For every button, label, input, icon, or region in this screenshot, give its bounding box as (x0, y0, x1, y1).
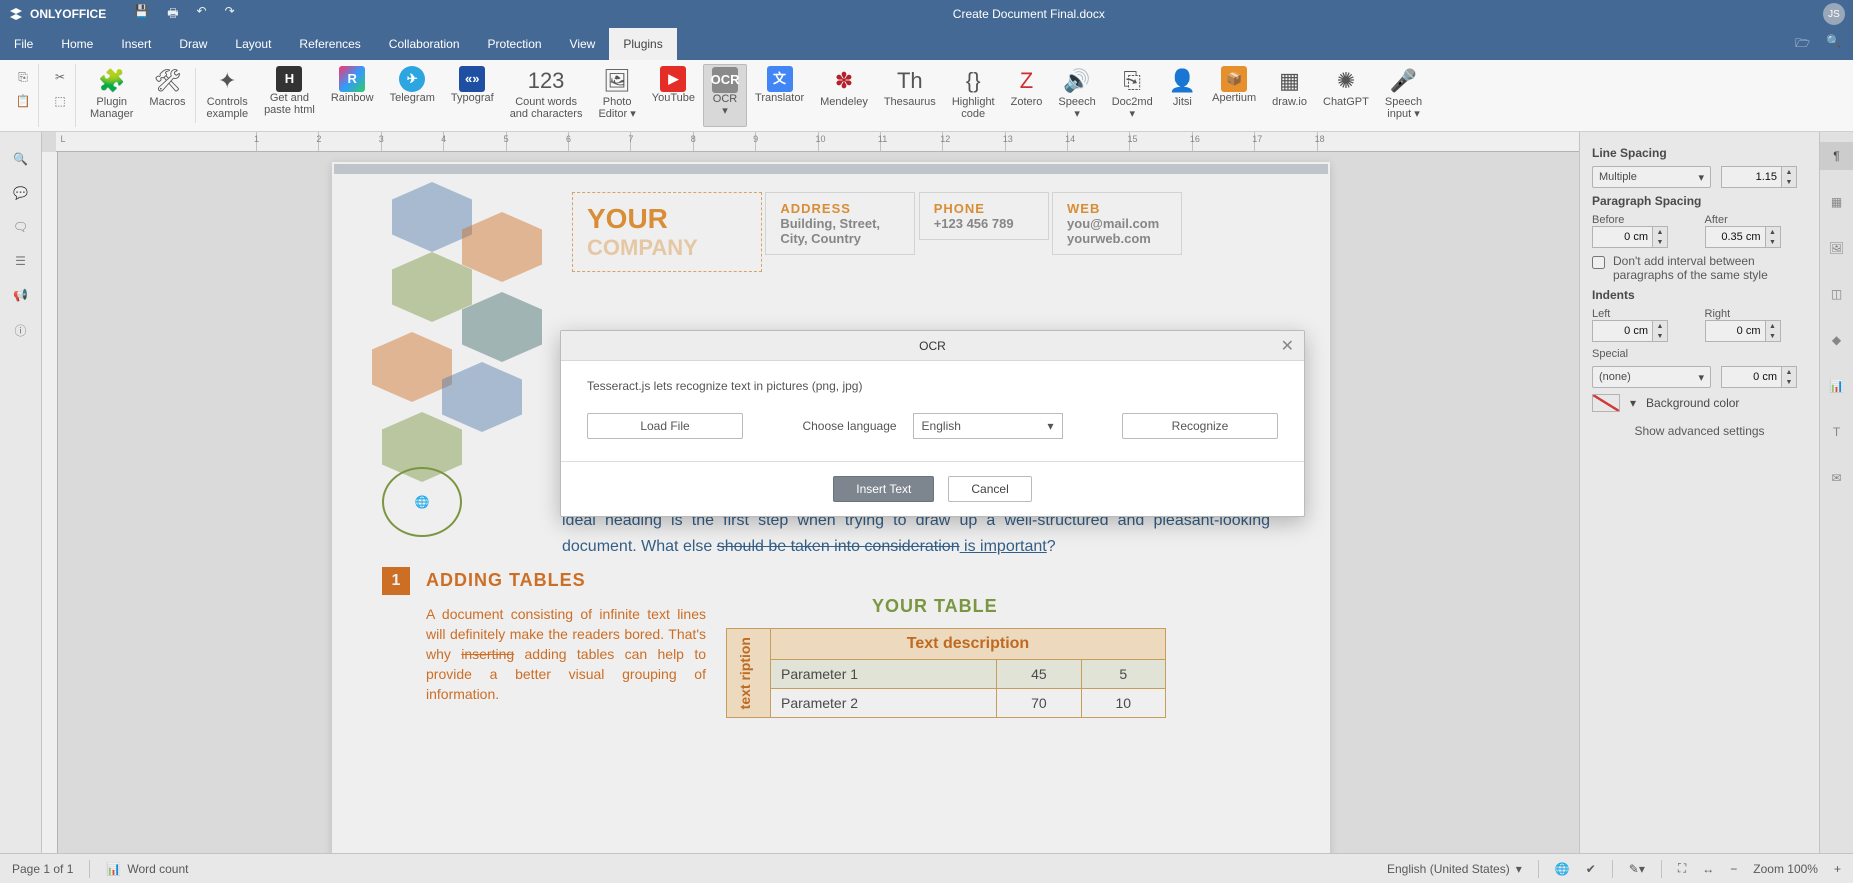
user-avatar[interactable]: JS (1823, 3, 1845, 25)
document-title: Create Document Final.docx (235, 7, 1823, 21)
plugin-rainbow[interactable]: RRainbow (323, 64, 382, 127)
plugin-ocr[interactable]: OCROCR▾ (703, 64, 747, 127)
cancel-button[interactable]: Cancel (948, 476, 1031, 502)
plugin-apertium[interactable]: 📦Apertium (1204, 64, 1264, 127)
onlyoffice-icon (8, 6, 24, 22)
tab-plugins[interactable]: Plugins (609, 28, 676, 60)
dialog-titlebar[interactable]: OCR ✕ (561, 331, 1304, 361)
tab-file[interactable]: File (0, 28, 47, 60)
open-location-icon[interactable]: 🗁 (1795, 34, 1810, 55)
save-icon[interactable]: 💾 (134, 4, 149, 25)
tab-references[interactable]: References (285, 28, 374, 60)
plugin-chatgpt[interactable]: ✺ChatGPT (1315, 64, 1377, 127)
plugin-controls[interactable]: ✦Controlsexample (198, 64, 256, 127)
dialog-title: OCR (919, 339, 946, 353)
copy-icon[interactable]: ⎘ (14, 68, 32, 86)
plugin-typograf[interactable]: «»Typograf (443, 64, 502, 127)
plugin-speech[interactable]: 🔊Speech▾ (1050, 64, 1103, 127)
load-file-button[interactable]: Load File (587, 413, 743, 439)
cut-icon[interactable]: ✂ (51, 68, 69, 86)
plugin-photo[interactable]: 🖼PhotoEditor ▾ (590, 64, 643, 127)
plugin-mendeley[interactable]: ✽Mendeley (812, 64, 876, 127)
app-name: ONLYOFFICE (30, 7, 106, 21)
plugin-get-and[interactable]: HGet andpaste html (256, 64, 323, 127)
plugin-zotero[interactable]: ZZotero (1003, 64, 1051, 127)
ribbon: ⎘ 📋 ✂ ⬚ 🧩PluginManager🛠Macros✦Controlsex… (0, 60, 1853, 132)
search-icon[interactable]: 🔍 (1826, 34, 1841, 55)
menubar: FileHomeInsertDrawLayoutReferencesCollab… (0, 28, 1853, 60)
plugin-telegram[interactable]: ✈Telegram (382, 64, 443, 127)
quick-access-toolbar: 💾 🖶 ↶ ↷ (134, 4, 234, 25)
titlebar: ONLYOFFICE 💾 🖶 ↶ ↷ Create Document Final… (0, 0, 1853, 28)
tab-collaboration[interactable]: Collaboration (375, 28, 474, 60)
plugin-count-words[interactable]: 123Count wordsand characters (502, 64, 591, 127)
tab-layout[interactable]: Layout (221, 28, 285, 60)
plugin-youtube[interactable]: ▶YouTube (644, 64, 703, 127)
redo-icon[interactable]: ↷ (225, 4, 235, 25)
tab-insert[interactable]: Insert (107, 28, 165, 60)
select-icon[interactable]: ⬚ (51, 92, 69, 110)
plugin-translator[interactable]: 文Translator (747, 64, 812, 127)
language-select[interactable]: English▾ (913, 413, 1063, 439)
plugin-draw-io[interactable]: ▦draw.io (1264, 64, 1315, 127)
tab-view[interactable]: View (556, 28, 610, 60)
insert-text-button[interactable]: Insert Text (833, 476, 934, 502)
plugin-highlight[interactable]: {}Highlightcode (944, 64, 1003, 127)
ocr-dialog: OCR ✕ Tesseract.js lets recognize text i… (560, 330, 1305, 517)
plugin-thesaurus[interactable]: ThThesaurus (876, 64, 944, 127)
paste-icon[interactable]: 📋 (14, 92, 32, 110)
undo-icon[interactable]: ↶ (197, 4, 207, 25)
plugin-doc2md[interactable]: ⎘Doc2md▾ (1104, 64, 1161, 127)
plugin-macros[interactable]: 🛠Macros (141, 64, 193, 127)
plugin-jitsi[interactable]: 👤Jitsi (1161, 64, 1204, 127)
app-logo: ONLYOFFICE (8, 6, 106, 22)
print-icon[interactable]: 🖶 (167, 4, 178, 25)
language-label: Choose language (802, 419, 896, 433)
plugin-plugin[interactable]: 🧩PluginManager (82, 64, 141, 127)
tab-protection[interactable]: Protection (474, 28, 556, 60)
tab-draw[interactable]: Draw (165, 28, 221, 60)
close-icon[interactable]: ✕ (1281, 336, 1294, 356)
plugin-speech[interactable]: 🎤Speechinput ▾ (1377, 64, 1430, 127)
recognize-button[interactable]: Recognize (1122, 413, 1278, 439)
dialog-description: Tesseract.js lets recognize text in pict… (587, 379, 1278, 393)
tab-home[interactable]: Home (47, 28, 107, 60)
